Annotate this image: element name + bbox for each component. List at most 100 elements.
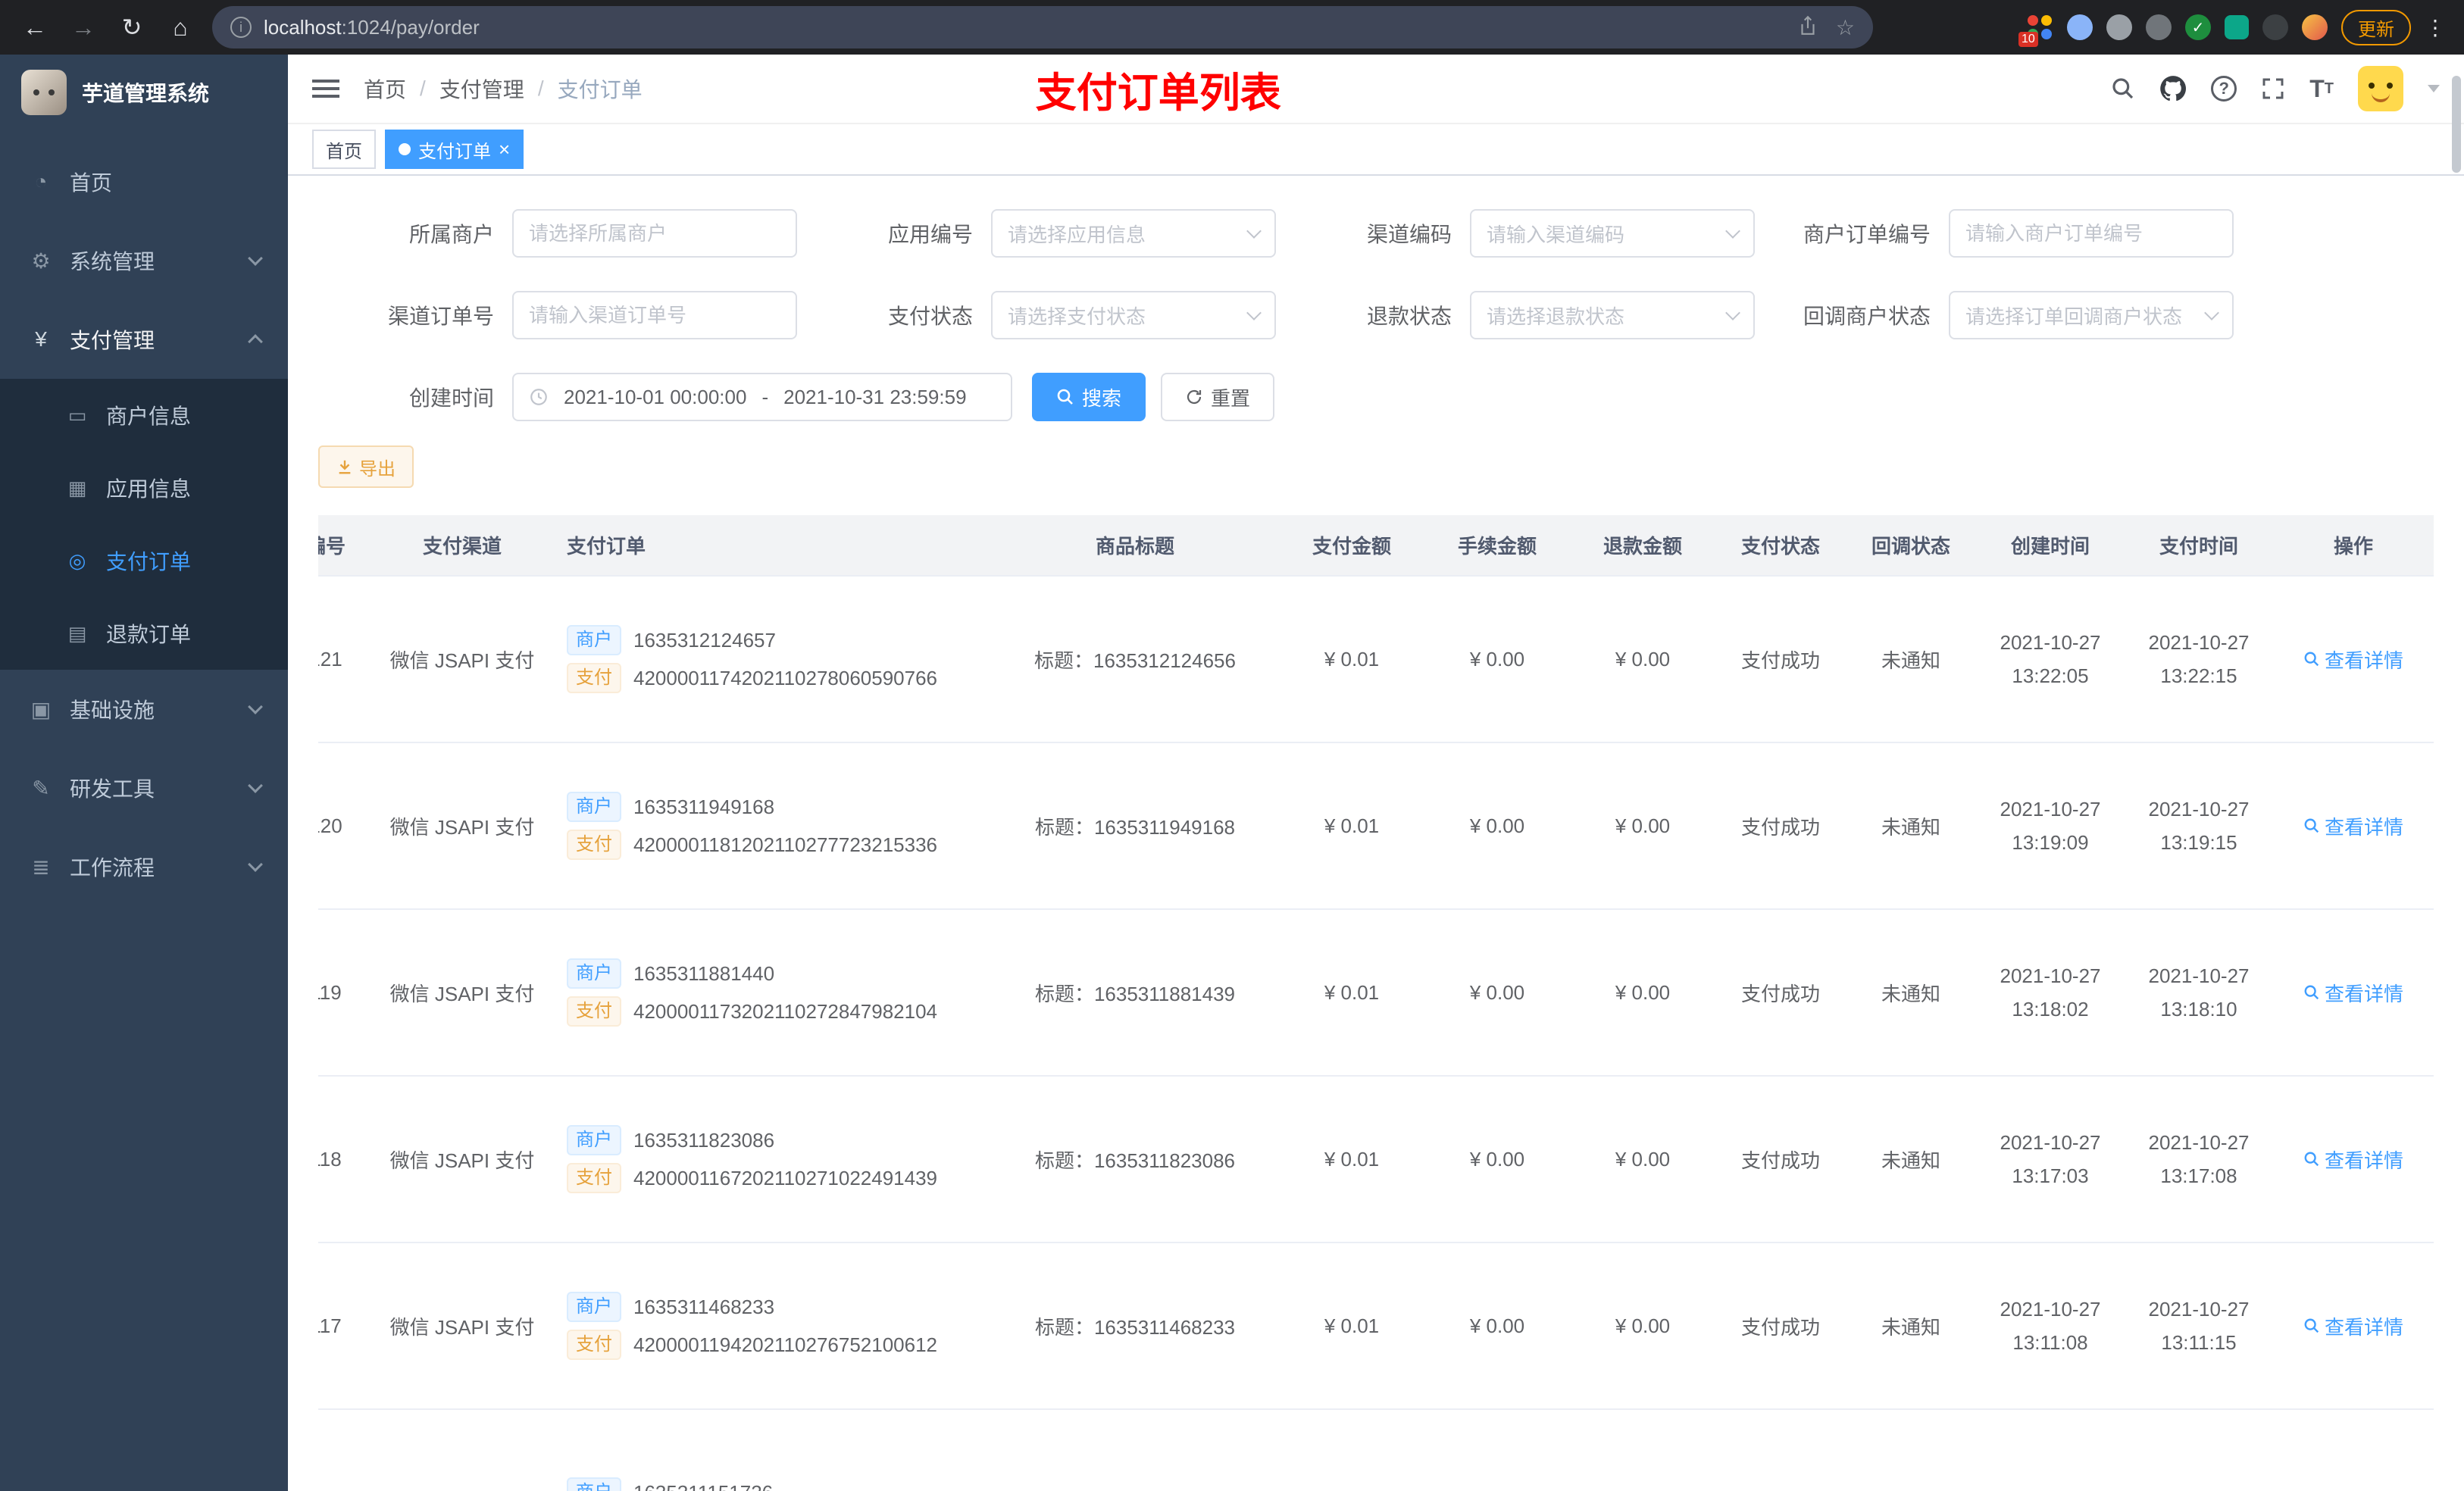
channel-order-no-field[interactable]: [512, 291, 797, 339]
tab-home[interactable]: 首页: [312, 130, 376, 169]
extension-check-icon[interactable]: ✓: [2185, 14, 2211, 40]
breadcrumb-home[interactable]: 首页: [364, 73, 406, 104]
sidebar-item-infra[interactable]: ▣ 基础设施: [0, 670, 288, 749]
merchant-tag: 商户: [567, 792, 621, 822]
channel-order-no-input[interactable]: [529, 303, 780, 327]
browser-menu-icon[interactable]: ⋮: [2425, 15, 2446, 40]
merchant-order-no-field[interactable]: [1949, 209, 2234, 258]
site-info-icon[interactable]: i: [230, 17, 252, 38]
sidebar-item-refund-order[interactable]: ▤ 退款订单: [0, 597, 288, 670]
sidebar-item-app-info[interactable]: ▦ 应用信息: [0, 452, 288, 524]
create-time-range-picker[interactable]: 2021-10-01 00:00:00 - 2021-10-31 23:59:5…: [512, 373, 1012, 421]
sidebar-item-payment[interactable]: ¥ 支付管理: [0, 300, 288, 379]
help-icon[interactable]: ?: [2211, 76, 2237, 102]
merchant-input[interactable]: [529, 221, 780, 245]
filter-label: 应用编号: [887, 223, 973, 246]
profile-avatar[interactable]: [2302, 14, 2328, 40]
home-icon[interactable]: ⌂: [164, 14, 197, 42]
sidebar-item-home[interactable]: ◔ 首页: [0, 142, 288, 221]
reset-button[interactable]: 重置: [1161, 373, 1275, 421]
extension-icon[interactable]: [2225, 15, 2249, 39]
sidebar-item-system[interactable]: ⚙ 系统管理: [0, 221, 288, 300]
page-scrollbar[interactable]: [2452, 76, 2461, 173]
notify-status-select[interactable]: 请选择订单回调商户状态: [1949, 291, 2234, 339]
table-row: 118 微信 JSAPI 支付 商户1635311823086 支付420000…: [318, 1076, 2434, 1243]
extension-grid-icon[interactable]: 10: [2018, 14, 2053, 47]
col-refund: 退款金额: [1570, 515, 1715, 577]
extension-icon[interactable]: [2262, 14, 2288, 40]
merchant-tag: 商户: [567, 958, 621, 989]
pay-status-select[interactable]: 请选择支付状态: [991, 291, 1276, 339]
col-order: 支付订单: [552, 515, 991, 577]
target-icon: ◎: [68, 549, 86, 572]
search-button[interactable]: 搜索: [1032, 373, 1146, 421]
chevron-down-icon: [248, 778, 263, 793]
chevron-down-icon: [248, 699, 263, 714]
view-detail-link[interactable]: 查看详情: [2303, 1146, 2403, 1174]
view-detail-link[interactable]: 查看详情: [2303, 812, 2403, 840]
back-icon[interactable]: ←: [18, 14, 52, 42]
filter-label: 回调商户状态: [1803, 305, 1931, 328]
bookmark-star-icon[interactable]: ☆: [1836, 15, 1855, 40]
yen-icon: ¥: [35, 327, 47, 351]
view-detail-link[interactable]: 查看详情: [2303, 1312, 2403, 1340]
export-button[interactable]: 导出: [318, 445, 414, 488]
user-avatar[interactable]: [2358, 66, 2403, 111]
screen: ← → ↻ ⌂ i localhost:1024/pay/order ☆ 10 …: [0, 0, 2464, 1491]
pay-tag: 支付: [567, 830, 621, 860]
col-status: 支付状态: [1715, 515, 1846, 577]
sidebar: 芋道管理系统 ◔ 首页 ⚙ 系统管理 ¥ 支付管理 ▭ 商户信息 ▦ 应用信息 …: [0, 55, 288, 1491]
extension-badge: 10: [2018, 32, 2038, 47]
view-detail-link[interactable]: 查看详情: [2303, 645, 2403, 674]
monitor-icon: ▣: [30, 697, 52, 721]
refund-status-select[interactable]: 请选择退款状态: [1470, 291, 1755, 339]
filter-row-2: 渠道订单号 支付状态 请选择支付状态 退款状态 请选择退款状态 回调商户状态 请…: [318, 291, 2434, 339]
merchant-order-no-input[interactable]: [1965, 221, 2217, 245]
breadcrumb-payment[interactable]: 支付管理: [439, 73, 524, 104]
chevron-down-icon: [1725, 305, 1740, 320]
search-icon[interactable]: [2111, 77, 2135, 101]
chevron-down-icon: [248, 251, 263, 266]
download-icon: [339, 460, 351, 474]
search-icon: [2304, 1318, 2319, 1333]
search-icon: [2304, 985, 2319, 1000]
filter-label: 渠道编码: [1366, 223, 1452, 246]
filter-row-3: 创建时间 2021-10-01 00:00:00 - 2021-10-31 23…: [318, 373, 2434, 421]
search-icon: [1057, 389, 1073, 405]
sidebar-item-merchant-info[interactable]: ▭ 商户信息: [0, 379, 288, 452]
merchant-select[interactable]: [512, 209, 797, 258]
avatar-caret-icon[interactable]: [2428, 85, 2440, 92]
app-logo-row[interactable]: 芋道管理系统: [0, 55, 288, 130]
merchant-tag: 商户: [567, 1292, 621, 1322]
refresh-icon: [1187, 389, 1202, 405]
page-title-annotation: 支付订单列表: [1035, 70, 1281, 116]
github-icon[interactable]: [2159, 75, 2187, 102]
view-detail-link[interactable]: 查看详情: [2303, 979, 2403, 1007]
forward-icon[interactable]: →: [67, 14, 100, 42]
browser-update-button[interactable]: 更新: [2341, 9, 2411, 45]
sidebar-item-pay-order[interactable]: ◎ 支付订单: [0, 524, 288, 597]
extension-icon[interactable]: [2146, 14, 2172, 40]
filter-label: 所属商户: [408, 223, 494, 246]
app-id-select[interactable]: 请选择应用信息: [991, 209, 1276, 258]
payment-submenu: ▭ 商户信息 ▦ 应用信息 ◎ 支付订单 ▤ 退款订单: [0, 379, 288, 670]
close-icon[interactable]: ×: [499, 139, 510, 159]
extension-icon[interactable]: [2106, 14, 2132, 40]
reload-icon[interactable]: ↻: [115, 13, 149, 42]
extension-icon[interactable]: [2067, 14, 2093, 40]
tab-pay-order[interactable]: 支付订单 ×: [385, 130, 524, 169]
fullscreen-icon[interactable]: [2261, 77, 2285, 101]
col-create-time: 创建时间: [1976, 515, 2125, 577]
sidebar-item-workflow[interactable]: ≣ 工作流程: [0, 827, 288, 906]
col-title: 商品标题: [991, 515, 1279, 577]
font-size-icon[interactable]: TT: [2309, 75, 2334, 103]
merchant-tag: 商户: [567, 1477, 621, 1491]
sidebar-item-devtools[interactable]: ✎ 研发工具: [0, 749, 288, 827]
url-bar[interactable]: i localhost:1024/pay/order ☆: [212, 6, 1873, 48]
active-dot: [399, 143, 411, 155]
hamburger-icon[interactable]: [312, 75, 339, 102]
share-icon[interactable]: [1798, 14, 1818, 42]
col-pay-time: 支付时间: [2125, 515, 2273, 577]
grid-icon: ▦: [67, 476, 87, 499]
channel-code-select[interactable]: 请输入渠道编码: [1470, 209, 1755, 258]
